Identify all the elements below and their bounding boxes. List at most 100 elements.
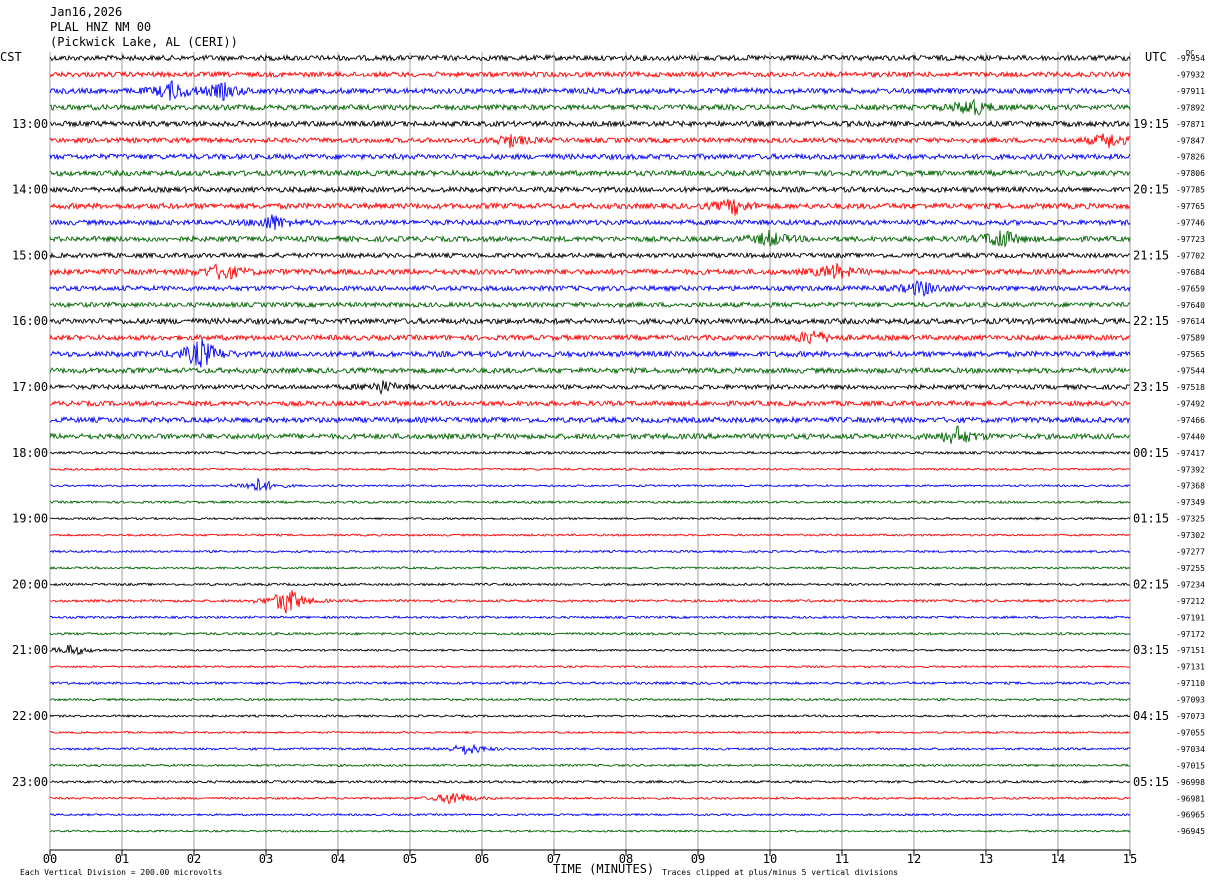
x-axis-title: TIME (MINUTES) <box>553 862 654 876</box>
dc-offset-label: -97255 <box>1176 564 1205 573</box>
dc-offset-label: -97659 <box>1176 284 1205 293</box>
cst-hour-label: 22:00 <box>12 709 48 723</box>
dc-offset-label: -96945 <box>1176 827 1205 836</box>
dc-offset-label: -97640 <box>1176 301 1205 310</box>
dc-offset-label: -97055 <box>1176 728 1205 737</box>
x-tick-label: 06 <box>475 852 489 866</box>
seismic-trace-38 <box>49 680 1131 686</box>
dc-offset-label: -97110 <box>1176 679 1205 688</box>
seismic-trace-43 <box>49 763 1131 768</box>
x-tick-label: 11 <box>835 852 849 866</box>
utc-hour-label: 20:15 <box>1133 183 1169 197</box>
cst-hour-label: 20:00 <box>12 577 48 591</box>
seismic-trace-18 <box>49 338 1131 368</box>
dc-offset-label: -97544 <box>1176 367 1205 376</box>
dc-offset-label: -97015 <box>1176 761 1205 770</box>
station-title: PLAL HNZ NM 00 <box>50 20 151 34</box>
x-tick-label: 04 <box>331 852 345 866</box>
utc-hour-label: 05:15 <box>1133 775 1169 789</box>
dc-offset-label: -96998 <box>1176 778 1205 787</box>
helicorder-plot: Jan16,2026 PLAL HNZ NM 00 (Pickwick Lake… <box>0 5 1205 877</box>
dc-offset-label: -97073 <box>1176 712 1205 721</box>
date-title: Jan16,2026 <box>50 5 122 19</box>
dc-offset-label: -97954 <box>1176 54 1205 63</box>
dc-offset-label: -97892 <box>1176 103 1205 112</box>
seismic-trace-14 <box>49 279 1131 298</box>
cst-hour-label: 19:00 <box>12 512 48 526</box>
dc-offset-label: -97684 <box>1176 268 1205 277</box>
utc-hour-label: 19:15 <box>1133 117 1169 131</box>
x-tick-label: 13 <box>979 852 993 866</box>
dc-offset-label: -97466 <box>1176 416 1205 425</box>
seismic-trace-26 <box>50 478 1131 492</box>
dc-offset-label: -97871 <box>1176 120 1205 129</box>
dc-offset-label: -97614 <box>1176 317 1205 326</box>
x-tick-label: 05 <box>403 852 417 866</box>
utc-hour-label: 23:15 <box>1133 380 1169 394</box>
x-tick-label: 01 <box>115 852 129 866</box>
trace-layer <box>49 53 1131 833</box>
dc-offset-label: -97151 <box>1176 646 1205 655</box>
dc-offset-label: -97932 <box>1176 70 1205 79</box>
dc-offset-label: -97034 <box>1176 745 1205 754</box>
seismic-trace-28 <box>49 516 1131 521</box>
seismic-trace-11 <box>49 229 1131 248</box>
seismic-trace-44 <box>49 779 1131 785</box>
dc-offset-labels: -97954 -97932 -97911 -97892 -97871 -97847 -978… <box>1176 54 1205 836</box>
dc-offset-label: -97277 <box>1176 548 1205 557</box>
seismic-trace-30 <box>49 549 1131 554</box>
utc-hour-labels: 19:15 20:15 21:15 22:15 23:15 00:15 01:15 02:15… <box>1133 117 1169 789</box>
seismic-trace-7 <box>49 168 1131 178</box>
cst-hour-label: 23:00 <box>12 775 48 789</box>
cst-hour-label: 14:00 <box>12 183 48 197</box>
seismic-trace-13 <box>49 263 1131 280</box>
utc-hour-label: 04:15 <box>1133 709 1169 723</box>
x-tick-label: 02 <box>187 852 201 866</box>
utc-hour-label: 22:15 <box>1133 314 1169 328</box>
x-tick-label: 14 <box>1051 852 1065 866</box>
cst-hour-label: 18:00 <box>12 446 48 460</box>
seismic-trace-1 <box>49 70 1131 79</box>
seismic-trace-35 <box>49 631 1131 636</box>
dc-offset-label: -97746 <box>1176 219 1205 228</box>
cst-hour-label: 13:00 <box>12 117 48 131</box>
location-title: (Pickwick Lake, AL (CERI)) <box>50 35 238 49</box>
cst-axis-label: CST <box>0 50 22 64</box>
dc-offset-label: -97368 <box>1176 482 1205 491</box>
seismic-trace-12 <box>49 251 1131 260</box>
utc-hour-label: 03:15 <box>1133 643 1169 657</box>
dc-offset-label: -97234 <box>1176 580 1205 589</box>
dc-offset-label: -97093 <box>1176 696 1205 705</box>
seismic-trace-22 <box>49 415 1131 425</box>
seismic-trace-10 <box>49 214 1131 231</box>
scale-note: Each Vertical Division = 200.00 microvol… <box>20 868 222 877</box>
seismic-trace-47 <box>49 829 1131 833</box>
seismic-trace-4 <box>49 119 1130 129</box>
seismic-trace-6 <box>49 152 1131 161</box>
cst-hour-label: 17:00 <box>12 380 48 394</box>
dc-offset-label: -97172 <box>1176 630 1205 639</box>
dc-offset-label: -97392 <box>1176 465 1205 474</box>
dc-offset-label: -97440 <box>1176 432 1205 441</box>
dc-offset-label: -97349 <box>1176 498 1205 507</box>
title-block: Jan16,2026 PLAL HNZ NM 00 (Pickwick Lake… <box>50 5 238 49</box>
seismic-trace-46 <box>49 812 1131 817</box>
cst-hour-label: 21:00 <box>12 643 48 657</box>
seismic-trace-2 <box>49 79 1131 101</box>
seismic-trace-0 <box>49 53 1131 63</box>
dc-offset-label: -97702 <box>1176 251 1205 260</box>
seismic-trace-34 <box>49 615 1131 620</box>
dc-offset-label: -97826 <box>1176 153 1205 162</box>
dc-offset-label: -96965 <box>1176 811 1205 820</box>
dc-offset-label: -97806 <box>1176 169 1205 178</box>
dc-offset-label: -96981 <box>1176 794 1205 803</box>
utc-hour-label: 02:15 <box>1133 577 1169 591</box>
dc-offset-label: -97785 <box>1176 186 1205 195</box>
utc-hour-label: 00:15 <box>1133 446 1169 460</box>
seismic-trace-20 <box>49 380 1130 396</box>
seismic-trace-31 <box>49 566 1131 570</box>
x-tick-label: 15 <box>1123 852 1137 866</box>
x-tick-label: 10 <box>763 852 777 866</box>
dc-offset-label: -97589 <box>1176 334 1205 343</box>
dc-offset-label: -97911 <box>1176 87 1205 96</box>
